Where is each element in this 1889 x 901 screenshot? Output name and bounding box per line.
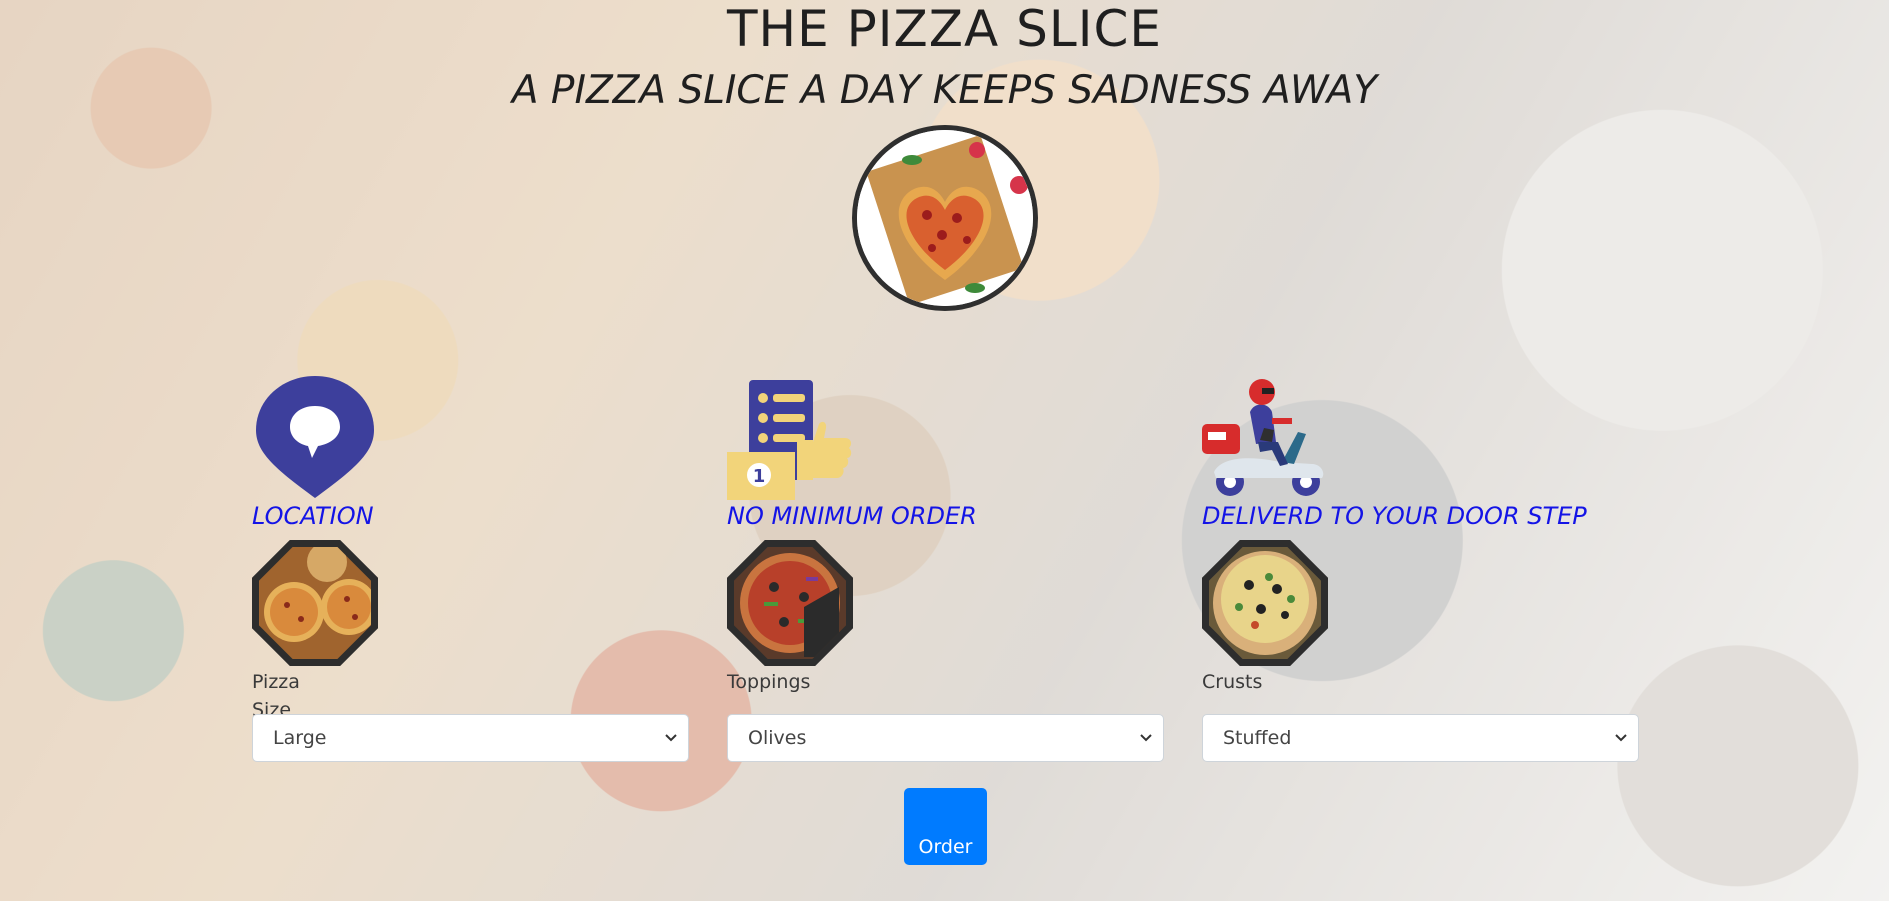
toppings-label: Toppings — [727, 671, 811, 693]
feature-title-location: LOCATION — [252, 502, 374, 530]
toppings-image — [727, 540, 853, 666]
pizza-size-value: Large — [273, 727, 327, 749]
hero-pizza-image — [852, 125, 1038, 311]
feature-title-delivery: DELIVERD TO YOUR DOOR STEP — [1202, 502, 1587, 530]
page: THE PIZZA SLICE A PIZZA SLICE A DAY KEEP… — [0, 0, 1889, 901]
pizza-size-image — [252, 540, 378, 666]
toppings-value: Olives — [748, 727, 807, 749]
location-pin-icon — [252, 372, 382, 500]
menu-thumbs-up-icon: 1 — [727, 372, 857, 500]
svg-text:1: 1 — [753, 466, 766, 487]
page-title: THE PIZZA SLICE — [727, 0, 1162, 58]
delivery-scooter-icon — [1202, 372, 1332, 500]
crusts-select[interactable]: Stuffed — [1202, 714, 1639, 762]
feature-title-minimum-order: NO MINIMUM ORDER — [727, 502, 977, 530]
crusts-image — [1202, 540, 1328, 666]
chevron-down-icon — [665, 734, 677, 742]
chevron-down-icon — [1615, 734, 1627, 742]
order-button[interactable]: Order — [904, 788, 987, 865]
page-tagline: A PIZZA SLICE A DAY KEEPS SADNESS AWAY — [511, 68, 1378, 113]
crusts-value: Stuffed — [1223, 727, 1292, 749]
chevron-down-icon — [1140, 734, 1152, 742]
crusts-label: Crusts — [1202, 671, 1263, 693]
pizza-size-select[interactable]: Large — [252, 714, 689, 762]
toppings-select[interactable]: Olives — [727, 714, 1164, 762]
